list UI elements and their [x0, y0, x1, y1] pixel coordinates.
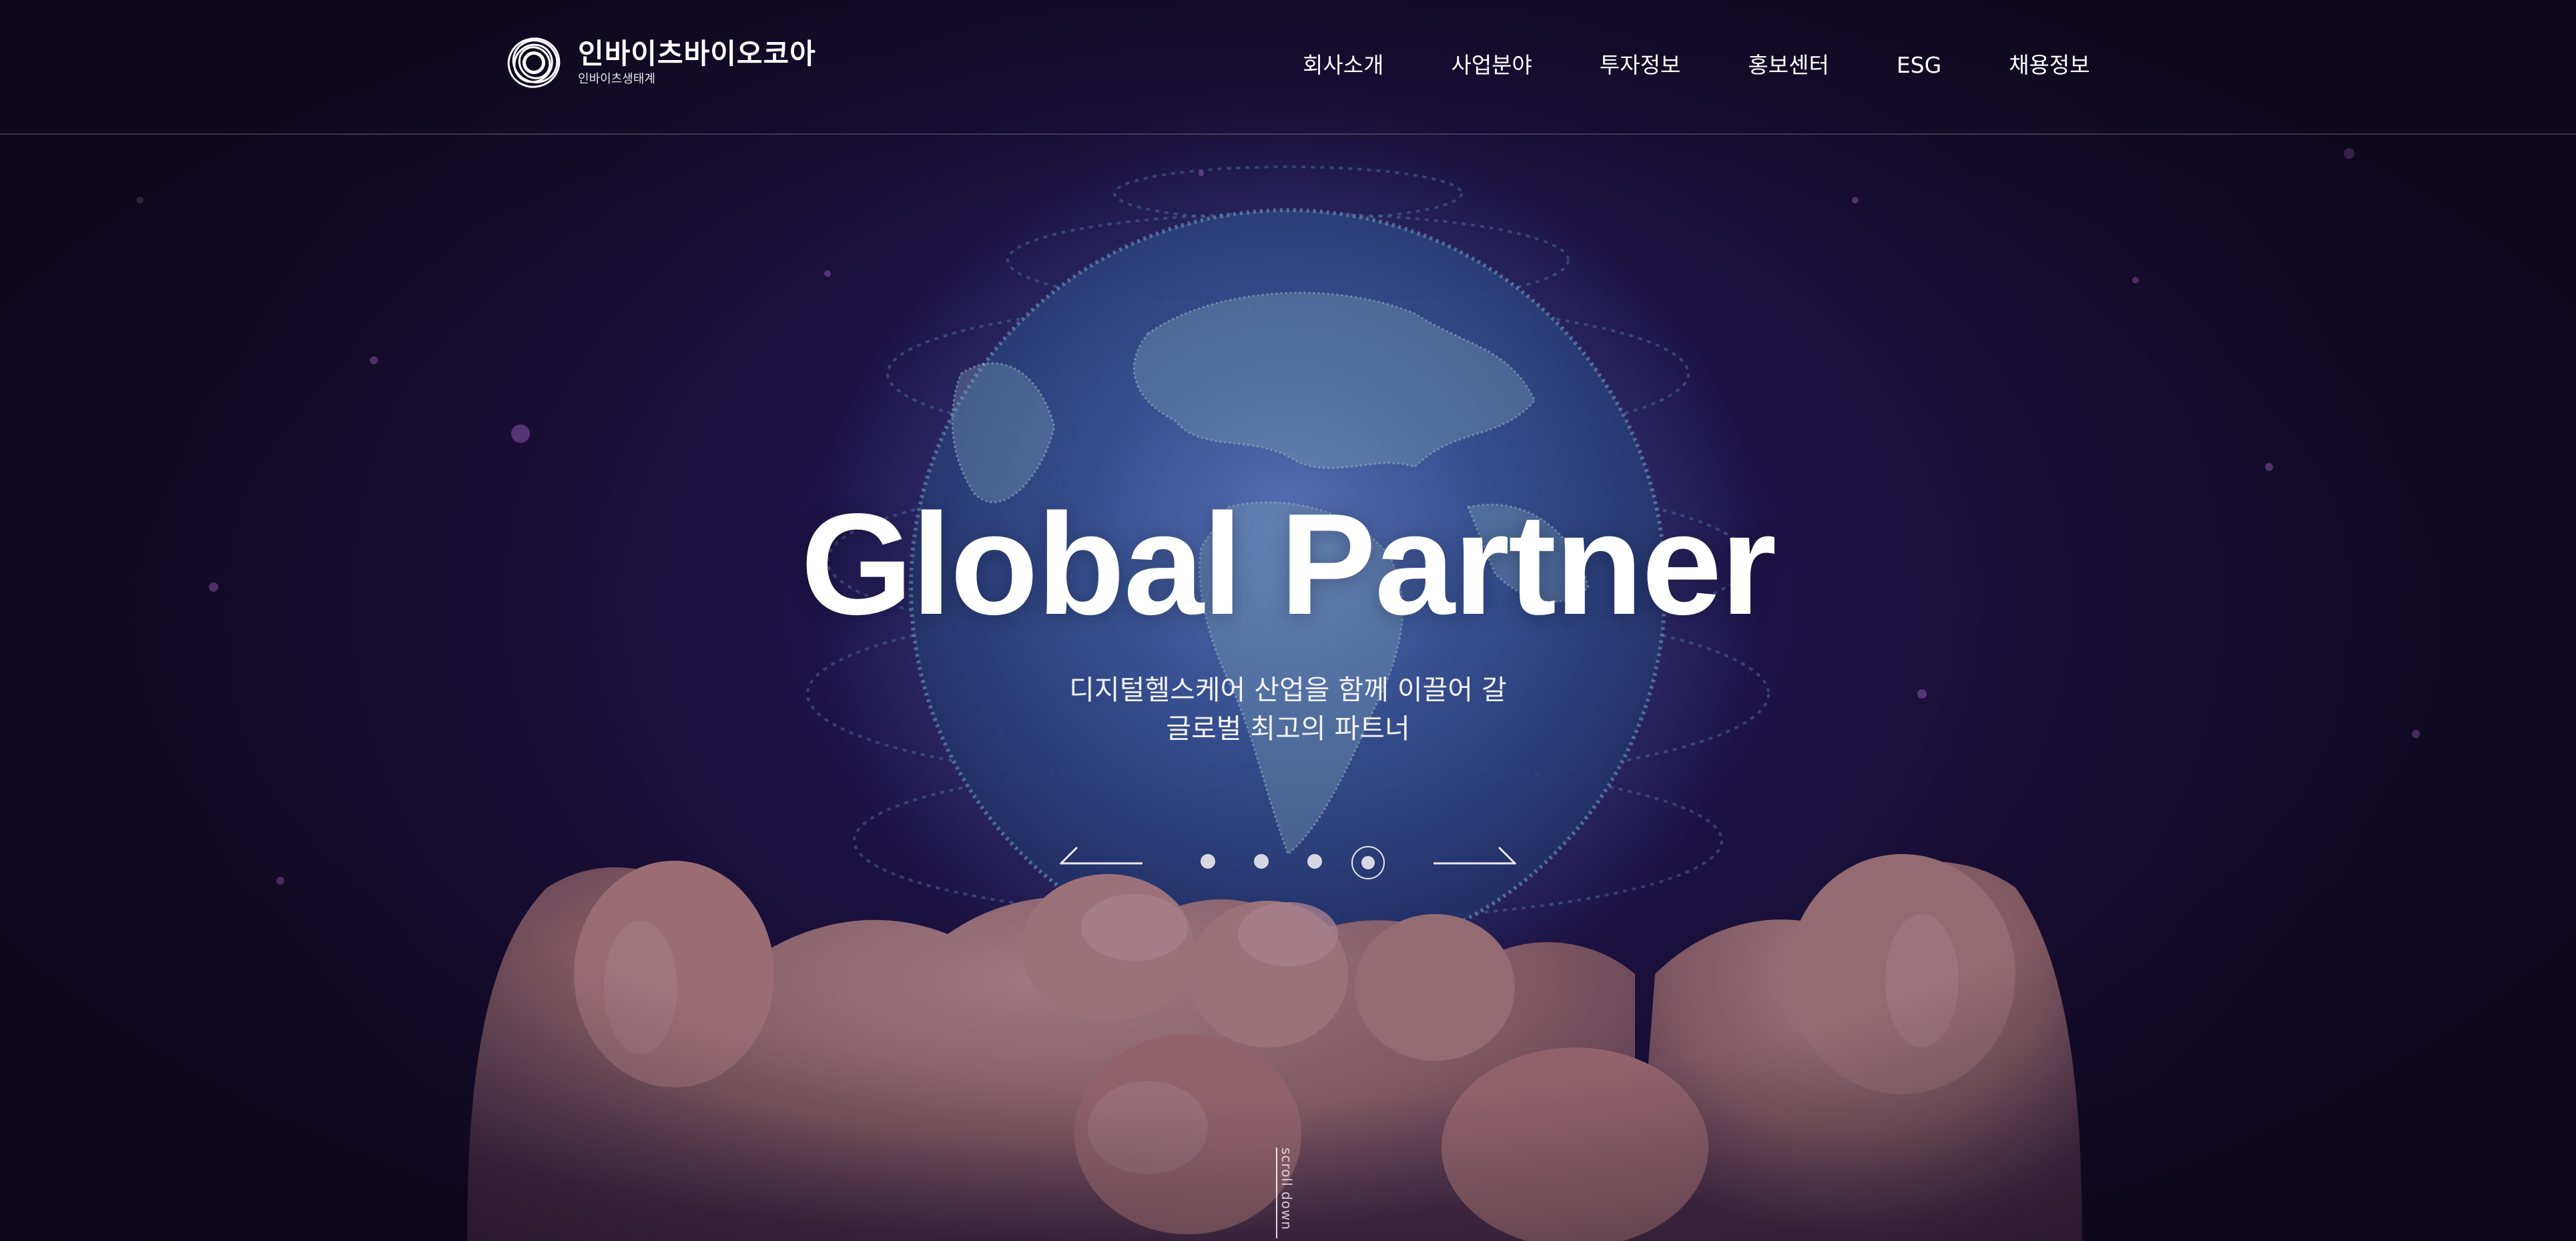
hero-subline-2: 글로벌 최고의 파트너	[1166, 713, 1410, 745]
hero-subline-1: 디지털헬스케어 산업을 함께 이끌어 갈	[1069, 674, 1507, 706]
nav-item-business[interactable]: 사업분야	[1451, 49, 1532, 81]
next-slide-button[interactable]	[1433, 846, 1516, 865]
scroll-down-indicator[interactable]: scroll down	[1276, 1148, 1296, 1241]
site-logo[interactable]: 인바이츠바이오코아 인바이츠생태계	[505, 33, 816, 92]
slide-dot-1[interactable]	[1201, 854, 1215, 869]
brand-sub: 인바이츠생태계	[578, 72, 655, 86]
slide-dot-4-active[interactable]	[1351, 846, 1385, 879]
next-arrow-icon	[1433, 846, 1516, 865]
nav-item-company[interactable]: 회사소개	[1303, 49, 1383, 81]
main-nav: 회사소개 사업분야 투자정보 홍보센터 ESG 채용정보	[1303, 49, 2090, 81]
slide-pagination	[1195, 846, 1395, 883]
prev-arrow-icon	[1060, 846, 1143, 865]
hero-headline: Global Partner	[800, 483, 1777, 645]
nav-item-careers[interactable]: 채용정보	[2009, 49, 2089, 81]
hero-banner: 인바이츠바이오코아 인바이츠생태계 회사소개 사업분야 투자정보 홍보센터 ES…	[0, 0, 2576, 1241]
nav-item-pr[interactable]: 홍보센터	[1748, 49, 1829, 81]
scroll-down-label: scroll down	[1279, 1148, 1295, 1230]
slide-dot-3[interactable]	[1307, 854, 1322, 869]
site-header: 인바이츠바이오코아 인바이츠생태계 회사소개 사업분야 투자정보 홍보센터 ES…	[0, 0, 2576, 135]
slide-dot-2[interactable]	[1254, 854, 1269, 869]
logo-mark-icon	[507, 37, 561, 88]
nav-item-esg[interactable]: ESG	[1897, 49, 1941, 81]
hero-subheadline: 디지털헬스케어 산업을 함께 이끌어 갈 글로벌 최고의 파트너	[0, 671, 2576, 748]
nav-item-investment[interactable]: 투자정보	[1600, 49, 1680, 81]
scroll-line	[1276, 1148, 1277, 1238]
prev-slide-button[interactable]	[1060, 846, 1143, 865]
brand-name: 인바이츠바이오코아	[578, 37, 816, 70]
